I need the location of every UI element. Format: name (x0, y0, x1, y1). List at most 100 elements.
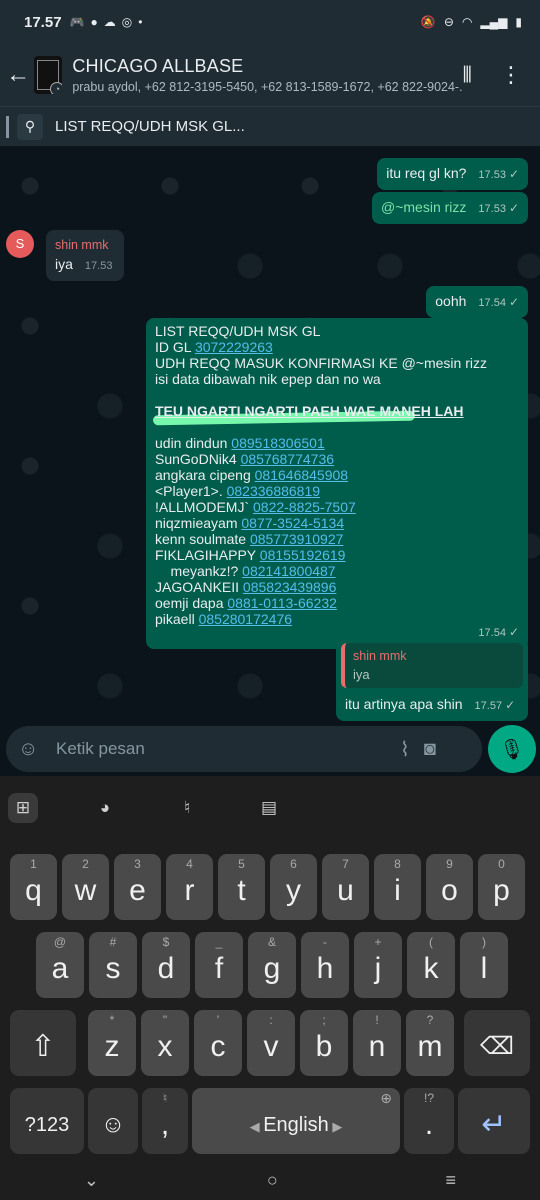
voice-call-waves-icon[interactable]: ⦀ (462, 62, 472, 88)
microphone-icon[interactable]: 🎙 (488, 725, 536, 773)
mention-link[interactable]: @~mesin rizz (381, 199, 466, 215)
backspace-key[interactable]: ⌫ (464, 1010, 530, 1076)
phone-link[interactable]: 085773910927 (250, 531, 343, 547)
message-text: itu req gl kn? (386, 165, 467, 181)
palette-icon[interactable]: ◕ (90, 793, 120, 823)
group-name: CHICAGO ALLBASE (72, 56, 244, 76)
key-u[interactable]: 7u (322, 854, 369, 920)
key-o[interactable]: 9o (426, 854, 473, 920)
key-w[interactable]: 2w (62, 854, 109, 920)
space-key[interactable]: ⊕ ◀ English ▶ (192, 1088, 400, 1154)
message-input-pill[interactable]: ☺ ⌇ ◙ (6, 726, 482, 772)
key-c[interactable]: ' c (194, 1010, 242, 1076)
more-vertical-icon[interactable]: ⋮ (500, 62, 522, 88)
microphone-icon[interactable]: ♮ (172, 793, 202, 823)
entry-name: FIKLAGIHAPPY (155, 547, 256, 563)
key-i[interactable]: 8i (374, 854, 421, 920)
key-secondary: $ (162, 935, 170, 949)
clipboard-icon[interactable]: ▤ (254, 793, 284, 823)
key-m[interactable]: ? m (406, 1010, 454, 1076)
key-n[interactable]: ! n (353, 1010, 401, 1076)
phone-link[interactable]: 085280172476 (199, 611, 292, 627)
pinned-message-bar[interactable]: ⚲ LIST REQQ/UDH MSK GL... (0, 106, 540, 146)
key-secondary: 1 (30, 857, 37, 871)
entry-name: niqzmieayam (155, 515, 238, 531)
period-sup: !? (423, 1091, 434, 1105)
arrow-left-icon[interactable]: ← (4, 61, 32, 89)
sender-avatar[interactable]: S (6, 230, 34, 258)
key-f[interactable]: _ f (195, 932, 243, 998)
key-secondary: 2 (82, 857, 89, 871)
key-t[interactable]: 5t (218, 854, 265, 920)
enter-key[interactable]: ↵ (458, 1088, 530, 1154)
key-secondary: ; (322, 1013, 326, 1027)
phone-link[interactable]: 0877-3524-5134 (241, 515, 344, 531)
phone-link[interactable]: 0881-0113-66232 (227, 595, 337, 611)
message-out-reply[interactable]: shin mmk iya itu artinya apa shin 17.57 ✓ (336, 638, 528, 721)
group-members: prabu aydol, +62 812-3195-5450, +62 813-… (72, 80, 463, 94)
emoji-key[interactable]: ☺ (88, 1088, 138, 1154)
phone-link[interactable]: 085823439896 (243, 579, 336, 595)
key-z[interactable]: * z (88, 1010, 136, 1076)
key-label: g (263, 952, 281, 985)
message-out-list[interactable]: LIST REQQ/UDH MSK GL ID GL 3072229263 UD… (146, 318, 528, 649)
list-instruction: isi data dibawah nik epep dan no wa (155, 371, 381, 387)
entry-row: kenn soulmate 085773910927 (155, 531, 519, 547)
id-link[interactable]: 3072229263 (195, 339, 273, 355)
key-d[interactable]: $ d (142, 932, 190, 998)
key-y[interactable]: 6y (270, 854, 317, 920)
key-v[interactable]: :v (247, 1010, 295, 1076)
message-out[interactable]: @~mesin rizz 17.53 ✓ (372, 192, 528, 224)
home-circle-icon[interactable]: ○ (267, 1170, 278, 1191)
key-x[interactable]: " x (141, 1010, 189, 1076)
shift-key[interactable]: ⇧ (10, 1010, 76, 1076)
message-out[interactable]: itu req gl kn? 17.53 ✓ (377, 158, 528, 190)
phone-link[interactable]: 08155192619 (260, 547, 346, 563)
message-out[interactable]: oohh 17.54 ✓ (426, 286, 528, 318)
phone-link[interactable]: 0822-8825-7507 (253, 499, 356, 515)
message-input[interactable] (56, 739, 386, 759)
apps-grid-icon[interactable]: ⊞ (8, 793, 38, 823)
key-l[interactable]: ) l (460, 932, 508, 998)
message-time: 17.53 (478, 169, 506, 181)
key-p[interactable]: 0p (478, 854, 525, 920)
chevron-down-icon[interactable]: ⌄ (84, 1170, 99, 1191)
entry-name: <Player1>. (155, 483, 223, 499)
recents-lines-icon[interactable]: ≡ (446, 1170, 457, 1191)
key-q[interactable]: 1q (10, 854, 57, 920)
message-in[interactable]: shin mmk iya 17.53 (46, 230, 124, 281)
key-a[interactable]: @ a (36, 932, 84, 998)
group-avatar[interactable]: ◔ (34, 56, 63, 94)
key-secondary: 4 (186, 857, 193, 871)
key-j[interactable]: + j (354, 932, 402, 998)
key-label: e (129, 874, 146, 907)
comma-key[interactable]: ♮, (142, 1088, 188, 1154)
key-k[interactable]: (k (407, 932, 455, 998)
phone-link[interactable]: 082141800487 (242, 563, 335, 579)
key-r[interactable]: 4r (166, 854, 213, 920)
sender-name[interactable]: shin mmk (55, 237, 115, 253)
key-s[interactable]: # s (89, 932, 137, 998)
key-g[interactable]: & g (248, 932, 296, 998)
phone-link[interactable]: 082336886819 (227, 483, 320, 499)
key-h[interactable]: -h (301, 932, 349, 998)
phone-link[interactable]: 085768774736 (241, 451, 334, 467)
paperclip-icon[interactable]: ⌇ (400, 737, 410, 762)
phone-link[interactable]: 089518306501 (231, 435, 324, 451)
phone-link[interactable]: 081646845908 (255, 467, 348, 483)
globe-icon: ⊕ (380, 1090, 392, 1106)
key-e[interactable]: 3e (114, 854, 161, 920)
sent-check-icon: ✓ (505, 698, 516, 712)
key-secondary: : (269, 1013, 273, 1027)
camera-icon[interactable]: ◙ (424, 738, 436, 761)
mention-text[interactable]: @~mesin rizz (402, 355, 487, 371)
chat-area[interactable]: itu req gl kn? 17.53 ✓ @~mesin rizz 17.53 ✓ … (0, 146, 540, 722)
entry-row: <Player1>. 082336886819 (155, 483, 519, 499)
group-info[interactable]: CHICAGO ALLBASE prabu aydol, +62 812-319… (72, 56, 462, 94)
symbols-key[interactable]: ?123 (10, 1088, 84, 1154)
entry-row: SunGoDNik4 085768774736 (155, 451, 519, 467)
quoted-message[interactable]: shin mmk iya (341, 643, 523, 688)
key-b[interactable]: ; b (300, 1010, 348, 1076)
period-key[interactable]: !?. (404, 1088, 454, 1154)
emoji-sticker-icon[interactable]: ☺ (18, 738, 44, 761)
